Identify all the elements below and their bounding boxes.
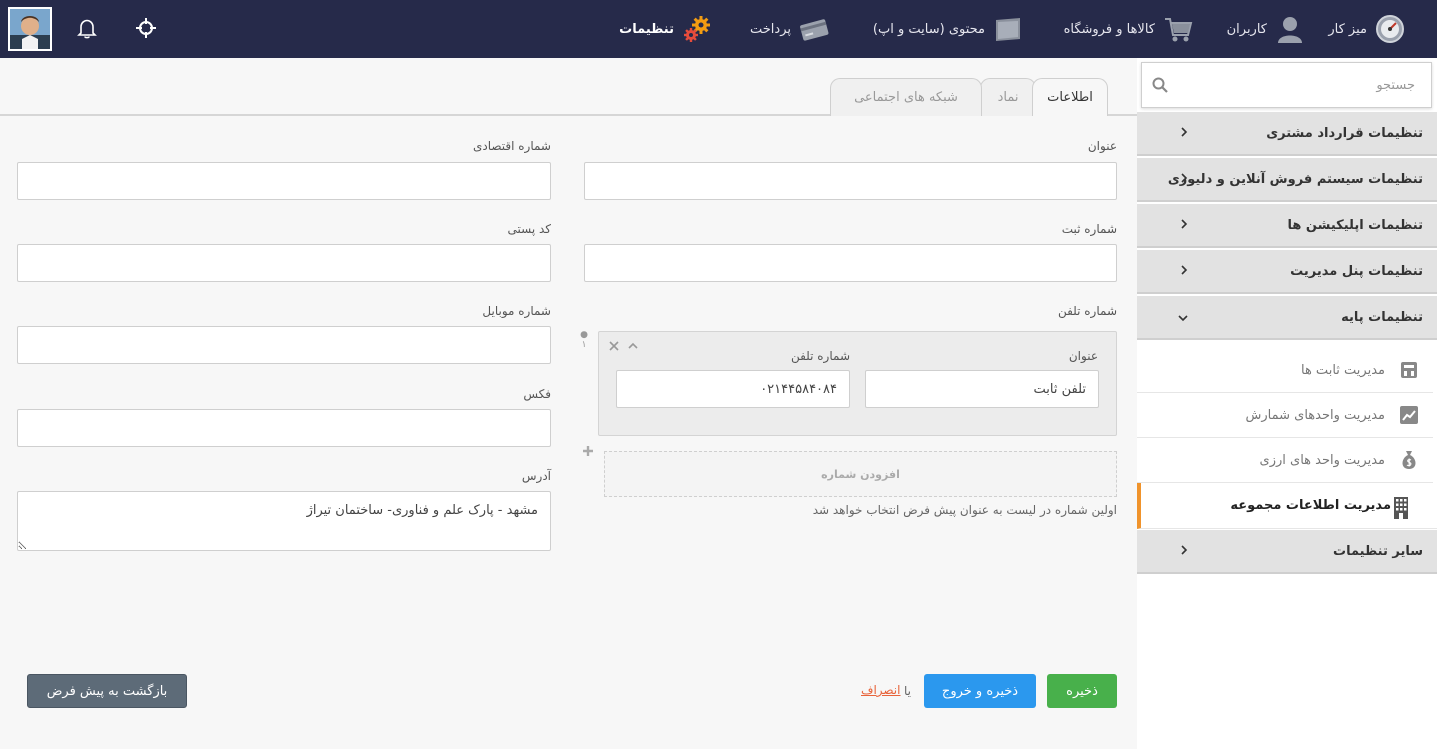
menu-label: تنظیمات پایه [1341,309,1423,325]
chevron-left-icon [1179,544,1189,560]
menu-customer-contract[interactable]: تنظیمات قرارداد مشتری [1137,112,1437,156]
address-textarea[interactable]: مشهد - پارک علم و فناوری- ساختمان تیراژ [17,491,551,551]
phone-number-sub-label: شماره تلفن [790,349,850,363]
menu-label: تنظیمات قرارداد مشتری [1266,125,1423,141]
chart-icon [1399,405,1419,425]
credit-card-icon [799,14,829,44]
phone-title-input[interactable] [865,370,1099,408]
address-label: آدرس [521,469,551,483]
close-icon[interactable] [609,340,619,354]
search-input[interactable] [1181,63,1431,107]
menu-applications[interactable]: تنظیمات اپلیکیشن ها [1137,204,1437,248]
money-bag-icon [1399,450,1419,470]
phone-entry-index: ● ۱ [580,330,588,350]
dashboard-gauge-icon [1375,14,1405,44]
building-icon [1391,497,1411,519]
fax-label: فکس [523,387,551,401]
nav-label: میز کار [1328,21,1367,37]
economic-number-label: شماره اقتصادی [472,139,551,153]
top-navbar: میز کار کاربران کالاها و فروشگاه محتوی (… [0,0,1437,58]
nav-label: کاربران [1226,21,1267,37]
reset-to-default-button[interactable]: بازگشت به پیش فرض [27,674,187,708]
nav-label: پرداخت [750,21,791,37]
user-icon [1275,14,1305,44]
phone-number-label: شماره تلفن [1057,304,1117,318]
sidebar-search [1141,62,1432,108]
tab-social-networks[interactable]: شبکه های اجتماعی [830,78,982,116]
nav-products[interactable]: کالاها و فروشگاه [1064,0,1193,58]
tab-symbol[interactable]: نماد [980,78,1036,116]
menu-other-settings[interactable]: سایر تنظیمات [1137,530,1437,574]
submenu-constants[interactable]: مدیریت ثابت ها [1137,348,1433,393]
settings-sidebar: تنظیمات قرارداد مشتری تنظیمات سیستم فروش… [1137,58,1437,749]
nav-label: کالاها و فروشگاه [1063,21,1155,37]
submenu-organization-info[interactable]: مدیریت اطلاعات مجموعه [1137,483,1437,529]
economic-number-input[interactable] [17,162,551,200]
fax-input[interactable] [17,409,551,447]
submenu-currency[interactable]: مدیریت واحد های ارزی [1137,438,1433,483]
menu-label: تنظیمات سیستم فروش آنلاین و دلیوری [1167,171,1423,187]
phone-number-input[interactable] [616,370,850,408]
nav-users[interactable]: کاربران [1227,0,1305,58]
submenu-label: مدیریت واحدهای شمارش [1245,407,1385,423]
postal-code-label: کد پستی [507,222,552,236]
title-label: عنوان [1087,139,1117,153]
registration-number-input[interactable] [584,244,1117,282]
save-and-exit-button[interactable]: ذخیره و خروج [924,674,1036,708]
menu-admin-panel[interactable]: تنظیمات پنل مدیریت [1137,250,1437,294]
phone-hint: اولین شماره در لیست به عنوان پیش فرض انت… [812,503,1117,517]
nav-label: محتوی (سایت و اپ) [872,21,985,37]
shopping-cart-icon [1163,14,1193,44]
mobile-number-input[interactable] [17,326,551,364]
phone-title-label: عنوان [1068,349,1098,363]
menu-base-settings[interactable]: تنظیمات پایه [1137,296,1437,340]
or-text: یا [904,684,911,698]
bell-icon[interactable] [75,16,99,40]
title-input[interactable] [584,162,1117,200]
nav-payment[interactable]: پرداخت [750,0,829,58]
tab-info[interactable]: اطلاعات [1032,78,1108,116]
menu-label: تنظیمات پنل مدیریت [1290,263,1423,279]
gears-icon [682,14,712,44]
folder-icon [993,14,1023,44]
storage-icon [1399,360,1419,380]
plus-icon[interactable] [582,445,594,460]
chevron-down-icon [1177,312,1189,327]
chevron-left-icon [1179,172,1189,188]
submenu-label: مدیریت ثابت ها [1300,362,1385,378]
nav-settings[interactable]: تنظیمات [619,0,712,58]
mobile-number-label: شماره موبایل [482,304,551,318]
save-button[interactable]: ذخیره [1047,674,1117,708]
nav-dashboard[interactable]: میز کار [1328,0,1405,58]
registration-number-label: شماره ثبت [1061,222,1117,236]
chevron-left-icon [1179,126,1189,142]
chevron-left-icon [1179,264,1189,280]
menu-online-sales[interactable]: تنظیمات سیستم فروش آنلاین و دلیوری [1137,158,1437,202]
nav-label: تنظیمات [619,21,674,37]
chevron-up-icon[interactable] [627,340,639,354]
submenu-label: مدیریت اطلاعات مجموعه [1230,498,1391,513]
postal-code-input[interactable] [17,244,551,282]
submenu-label: مدیریت واحد های ارزی [1259,452,1385,468]
submenu-units[interactable]: مدیریت واحدهای شمارش [1137,393,1433,438]
crosshair-icon[interactable] [134,16,158,40]
chevron-left-icon [1179,218,1189,234]
search-icon[interactable] [1152,77,1168,96]
nav-content[interactable]: محتوی (سایت و اپ) [873,0,1023,58]
cancel-link[interactable]: انصراف [861,683,900,697]
add-phone-button[interactable]: افزودن شماره [604,451,1117,497]
menu-label: تنظیمات اپلیکیشن ها [1287,217,1423,233]
menu-label: سایر تنظیمات [1333,543,1423,559]
phone-entry-card: عنوان شماره تلفن [598,331,1117,436]
avatar[interactable] [8,7,52,51]
